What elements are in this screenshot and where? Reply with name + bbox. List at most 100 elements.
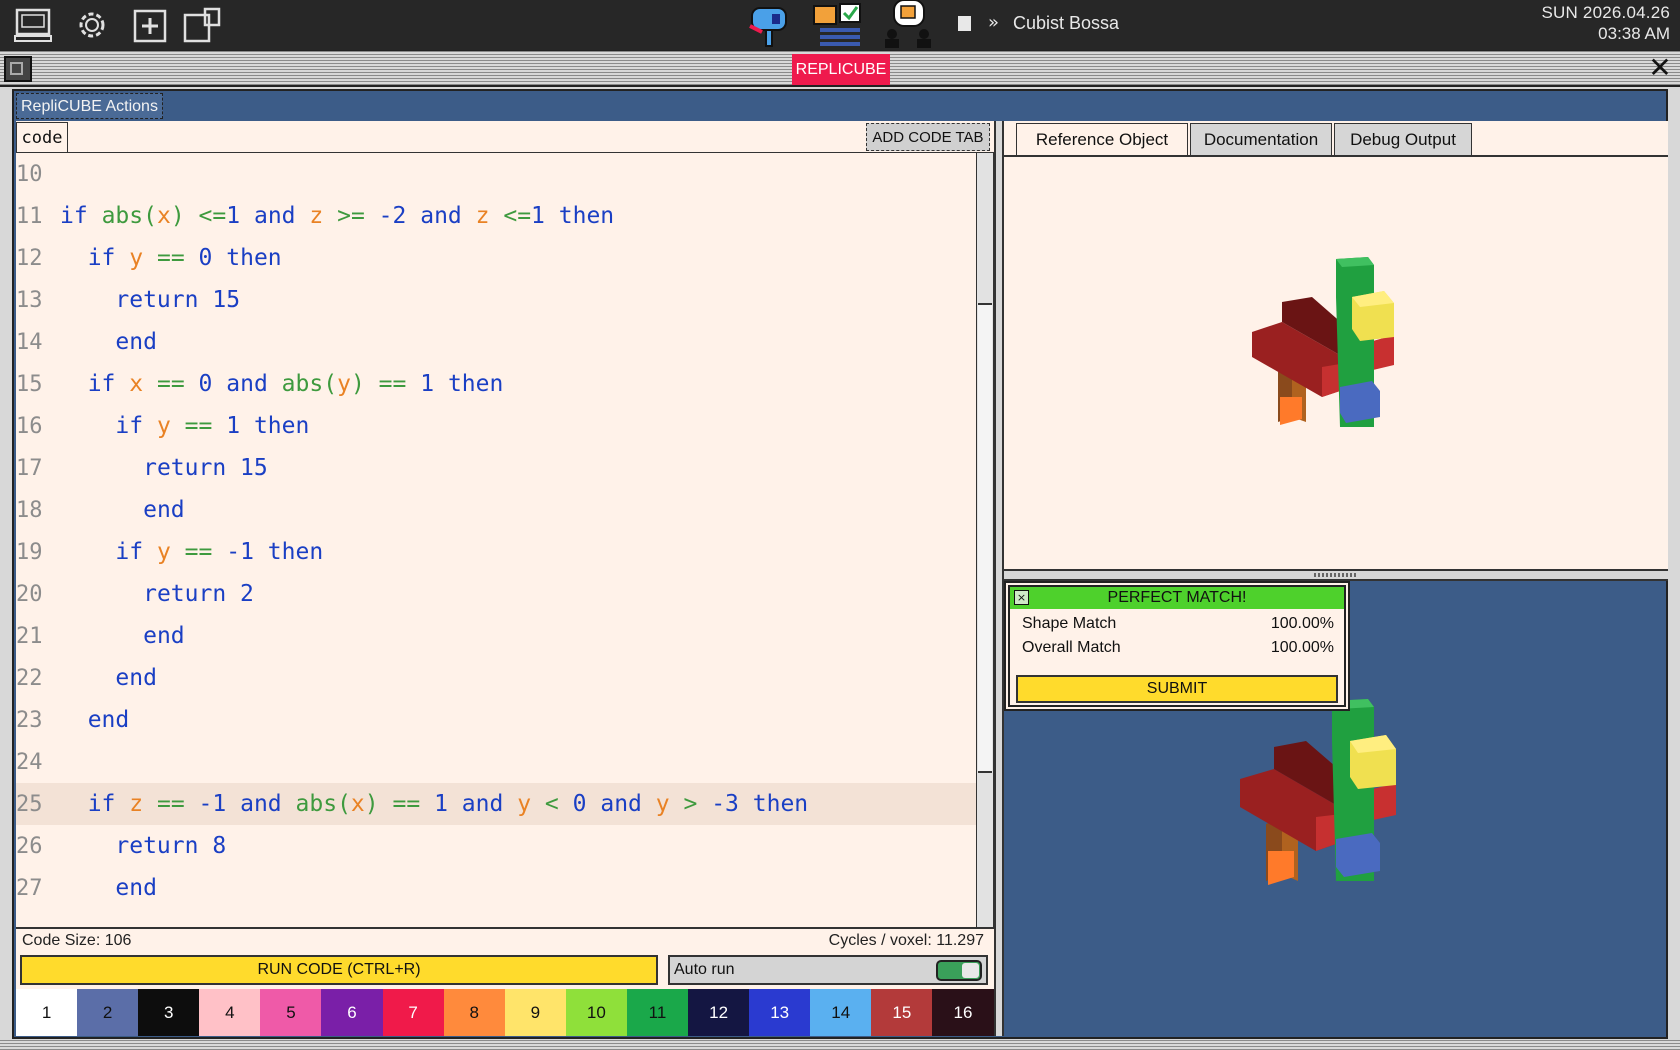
code-panel: code ADD CODE TAB 10 11 if abs(x) <=1 and … (16, 121, 994, 1036)
music-skip-icon[interactable]: » (988, 12, 999, 34)
palette-color-13[interactable]: 13 (749, 989, 811, 1036)
code-line[interactable]: 14 end (16, 321, 976, 363)
match-result-popup: PERFECT MATCH! × Shape Match 100.00% Ove… (1008, 585, 1346, 707)
code-text: if y == 0 then (87, 245, 282, 271)
code-text: end (115, 329, 157, 355)
windows-icon[interactable] (183, 6, 221, 44)
code-text: end (143, 623, 185, 649)
tab-code[interactable]: code (16, 122, 68, 152)
shape-match-label: Shape Match (1022, 615, 1117, 632)
palette-color-7[interactable]: 7 (382, 989, 444, 1036)
code-line[interactable]: 24 (16, 741, 976, 783)
line-number: 25 (16, 792, 43, 817)
palette-color-4[interactable]: 4 (199, 989, 261, 1036)
close-icon[interactable]: ✕ (1646, 54, 1674, 83)
palette-color-1[interactable]: 1 (16, 989, 78, 1036)
close-icon[interactable]: × (1014, 590, 1029, 605)
palette-color-15[interactable]: 15 (871, 989, 933, 1036)
line-number: 21 (16, 624, 43, 649)
code-line[interactable]: 23 end (16, 699, 976, 741)
editor-scrollbar[interactable] (976, 153, 994, 927)
add-code-tab-button[interactable]: ADD CODE TAB (866, 123, 990, 151)
system-time: 03:38 AM (1598, 24, 1670, 43)
code-line[interactable]: 12 if y == 0 then (16, 237, 976, 279)
reference-object-view[interactable] (1004, 157, 1668, 567)
code-line[interactable]: 13 return 15 (16, 279, 976, 321)
auto-run-label: Auto run (674, 961, 735, 978)
gear-icon[interactable] (73, 6, 111, 44)
palette-color-2[interactable]: 2 (77, 989, 139, 1036)
line-number: 24 (16, 750, 43, 775)
code-editor[interactable]: 10 11 if abs(x) <=1 and z >= -2 and z <=1 … (16, 153, 976, 927)
line-number: 23 (16, 708, 43, 733)
palette-color-12[interactable]: 12 (688, 989, 750, 1036)
submit-button[interactable]: SUBMIT (1016, 675, 1338, 703)
cycles-per-voxel-label: Cycles / voxel: 11.297 (828, 932, 984, 949)
scrollbar-thumb[interactable] (978, 303, 992, 773)
palette-color-10[interactable]: 10 (565, 989, 627, 1036)
code-line[interactable]: 20 return 2 (16, 573, 976, 615)
mailbox-icon[interactable] (748, 2, 792, 48)
tasks-icon[interactable] (812, 0, 866, 48)
palette-color-9[interactable]: 9 (504, 989, 566, 1036)
auto-run-toggle[interactable] (936, 960, 982, 981)
line-number: 22 (16, 666, 43, 691)
code-text: if y == -1 then (115, 539, 324, 565)
code-line[interactable]: 16 if y == 1 then (16, 405, 976, 447)
code-line[interactable]: 11 if abs(x) <=1 and z >= -2 and z <=1 th… (16, 195, 976, 237)
auto-run-control[interactable]: Auto run (668, 955, 988, 985)
code-text: return 8 (115, 833, 227, 859)
music-stop-button[interactable] (958, 16, 971, 31)
palette-color-11[interactable]: 11 (626, 989, 689, 1036)
line-number: 14 (16, 330, 43, 355)
code-text: if z == -1 and abs(x) == 1 and y < 0 and… (87, 791, 809, 817)
code-text: if abs(x) <=1 and z >= -2 and z <=1 then (60, 203, 615, 229)
system-bar: » Cubist Bossa SUN 2026.04.26 03:38 AM (0, 0, 1680, 50)
code-line[interactable]: 19 if y == -1 then (16, 531, 976, 573)
code-line[interactable]: 26 return 8 (16, 825, 976, 867)
line-number: 13 (16, 288, 43, 313)
code-line[interactable]: 27 end (16, 867, 976, 909)
palette-color-16[interactable]: 16 (932, 989, 994, 1036)
code-line[interactable]: 22 end (16, 657, 976, 699)
palette-color-14[interactable]: 14 (810, 989, 872, 1036)
chat-icon[interactable] (884, 0, 936, 48)
panel-splitter-vertical[interactable] (994, 121, 1004, 1036)
line-number: 10 (16, 162, 43, 187)
code-line[interactable]: 17 return 15 (16, 447, 976, 489)
window-menu-button[interactable] (4, 56, 32, 82)
code-line[interactable]: 15 if x == 0 and abs(y) == 1 then (16, 363, 976, 405)
computer-icon[interactable] (14, 6, 52, 44)
overall-match-value: 100.00% (1270, 639, 1334, 656)
reference-panel: Reference Object Documentation Debug Out… (1004, 121, 1668, 569)
code-status-bar: Code Size: 106 Cycles / voxel: 11.297 (16, 927, 994, 953)
palette-color-6[interactable]: 6 (321, 989, 383, 1036)
new-window-icon[interactable] (131, 6, 169, 44)
code-text: end (115, 665, 157, 691)
code-line[interactable]: 21 end (16, 615, 976, 657)
run-code-button[interactable]: RUN CODE (CTRL+R) (20, 955, 658, 985)
code-text: return 15 (143, 455, 268, 481)
palette-color-5[interactable]: 5 (260, 989, 322, 1036)
line-number: 16 (16, 414, 43, 439)
code-text: return 2 (143, 581, 254, 607)
code-size-label: Code Size: 106 (22, 932, 132, 949)
splitter-grip[interactable] (1314, 573, 1358, 577)
line-number: 27 (16, 876, 43, 901)
window-title-bar[interactable]: REPLICUBE ✕ (0, 50, 1680, 87)
replicube-window: RepliCUBE Actions code ADD CODE TAB 10 11… (12, 89, 1668, 1039)
tab-documentation[interactable]: Documentation (1190, 123, 1332, 155)
palette-color-8[interactable]: 8 (443, 989, 505, 1036)
palette-color-3[interactable]: 3 (138, 989, 200, 1036)
desktop-edge (0, 1039, 1680, 1050)
panel-splitter-horizontal[interactable] (1004, 569, 1668, 581)
tab-debug-output[interactable]: Debug Output (1334, 123, 1472, 155)
code-line[interactable]: 18 end (16, 489, 976, 531)
code-line[interactable]: 10 (16, 153, 976, 195)
actions-tab[interactable]: RepliCUBE Actions (16, 93, 163, 119)
code-line[interactable]: 25 if z == -1 and abs(x) == 1 and y < 0 … (16, 783, 976, 825)
tab-reference-object[interactable]: Reference Object (1016, 123, 1188, 155)
code-text: end (143, 497, 185, 523)
reference-voxel-model (1252, 257, 1394, 427)
code-text: if y == 1 then (115, 413, 310, 439)
